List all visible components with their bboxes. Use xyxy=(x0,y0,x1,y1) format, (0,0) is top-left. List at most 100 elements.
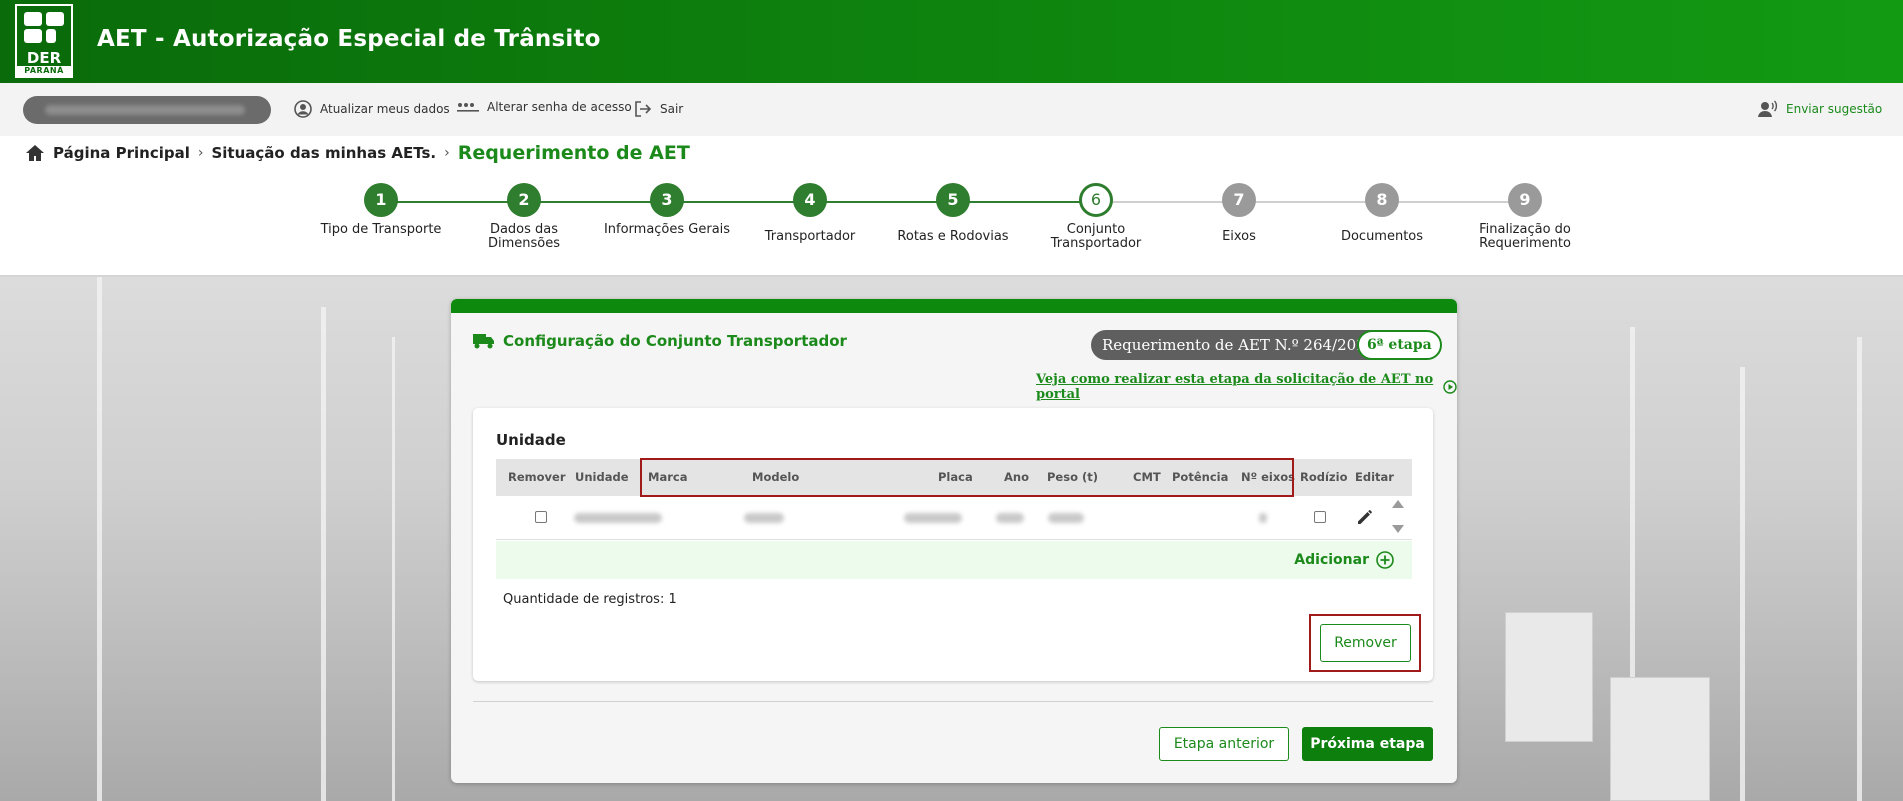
step-number: 9 xyxy=(1508,183,1542,217)
home-icon[interactable] xyxy=(25,144,45,162)
photo-truck xyxy=(1505,612,1593,742)
previous-step-button[interactable]: Etapa anterior xyxy=(1159,727,1289,761)
step-number: 8 xyxy=(1365,183,1399,217)
cell-peso-blurred xyxy=(1048,513,1084,523)
step-7[interactable]: 7 Eixos xyxy=(1169,183,1309,244)
step-4[interactable]: 4 Transportador xyxy=(740,183,880,244)
step-label: Eixos xyxy=(1222,229,1256,244)
step-label: Dados das Dimensões xyxy=(487,222,561,251)
change-password-link[interactable]: Alterar senha de acesso xyxy=(457,100,632,114)
cell-modelo-blurred xyxy=(744,513,784,523)
edit-pencil-icon[interactable] xyxy=(1356,508,1374,526)
help-link-text: Veja como realizar esta etapa da solicit… xyxy=(1036,372,1434,402)
step-label: Informações Gerais xyxy=(603,222,731,237)
logout-label: Sair xyxy=(660,102,684,116)
step-number: 7 xyxy=(1222,183,1256,217)
add-row-bar: Adicionar xyxy=(496,541,1412,579)
col-rodizio: Rodízio xyxy=(1300,470,1348,484)
record-count: Quantidade de registros: 1 xyxy=(503,592,677,607)
photo-truck xyxy=(1610,677,1710,801)
photo-pole xyxy=(97,277,102,801)
step-9[interactable]: 9 Finalização do Requerimento xyxy=(1455,183,1595,251)
user-name-blurred xyxy=(45,105,245,115)
photo-pole xyxy=(1857,337,1862,801)
plus-circle-icon xyxy=(1376,551,1394,569)
logout-link[interactable]: Sair xyxy=(634,100,683,118)
step-number: 1 xyxy=(364,183,398,217)
cell-eixos-blurred xyxy=(1259,513,1267,523)
step-number: 4 xyxy=(793,183,827,217)
step-number: 5 xyxy=(936,183,970,217)
card-title-text: Configuração do Conjunto Transportador xyxy=(503,332,847,350)
cell-placa-blurred xyxy=(904,513,962,523)
password-dots-icon xyxy=(457,101,479,113)
step-label: Tipo de Transporte xyxy=(320,222,442,237)
step-2[interactable]: 2 Dados das Dimensões xyxy=(454,183,594,251)
add-unit-button[interactable]: Adicionar xyxy=(1294,551,1394,569)
add-unit-label: Adicionar xyxy=(1294,552,1369,568)
speaking-person-icon xyxy=(1758,100,1778,118)
truck-icon xyxy=(473,333,495,349)
app-title: AET - Autorização Especial de Trânsito xyxy=(97,26,601,52)
breadcrumb: Página Principal › Situação das minhas A… xyxy=(25,142,690,164)
photo-pole xyxy=(321,307,326,801)
chevron-right-icon: › xyxy=(444,145,450,161)
send-suggestion-link[interactable]: Enviar sugestão xyxy=(1758,100,1882,118)
step-number: 2 xyxy=(507,183,541,217)
user-circle-icon xyxy=(294,100,312,118)
step-5[interactable]: 5 Rotas e Rodovias xyxy=(883,183,1023,244)
table-row xyxy=(496,496,1412,540)
table-header: Remover Unidade Marca Modelo Placa Ano P… xyxy=(496,458,1412,497)
configuration-card: Configuração do Conjunto Transportador R… xyxy=(451,299,1457,783)
request-number-badge: Requerimento de AET N.º 264/2025 xyxy=(1091,330,1387,360)
next-step-button[interactable]: Próxima etapa xyxy=(1302,727,1433,761)
remove-row-checkbox[interactable] xyxy=(535,511,547,523)
step-8[interactable]: 8 Documentos xyxy=(1312,183,1452,244)
footer-divider xyxy=(473,701,1433,702)
app-header: DER PARANÁ AET - Autorização Especial de… xyxy=(0,0,1903,83)
logout-icon xyxy=(634,100,652,118)
card-top-bar xyxy=(451,299,1457,313)
photo-pole xyxy=(392,337,395,801)
step-3[interactable]: 3 Informações Gerais xyxy=(597,183,737,237)
card-title: Configuração do Conjunto Transportador xyxy=(473,332,847,350)
cell-unidade-blurred xyxy=(574,513,662,523)
step-label: Documentos xyxy=(1340,229,1424,244)
logo-state-text: PARANÁ xyxy=(17,66,71,76)
step-number: 3 xyxy=(650,183,684,217)
move-up-icon[interactable] xyxy=(1392,500,1404,508)
breadcrumb-home[interactable]: Página Principal xyxy=(53,144,190,162)
help-link[interactable]: Veja como realizar esta etapa da solicit… xyxy=(1036,372,1457,402)
logo-der-text: DER xyxy=(26,49,62,67)
step-number: 6 xyxy=(1079,183,1113,217)
cell-ano-blurred xyxy=(996,513,1024,523)
step-1[interactable]: 1 Tipo de Transporte xyxy=(311,183,451,237)
send-suggestion-label: Enviar sugestão xyxy=(1786,102,1883,116)
step-6[interactable]: 6 Conjunto Transportador xyxy=(1026,183,1166,251)
breadcrumb-current: Requerimento de AET xyxy=(457,142,690,164)
change-password-label: Alterar senha de acesso xyxy=(487,100,632,114)
highlight-remove-box: Remover xyxy=(1309,614,1421,672)
der-logo-mark xyxy=(22,12,68,46)
unit-table-title: Unidade xyxy=(496,431,566,449)
breadcrumb-status[interactable]: Situação das minhas AETs. xyxy=(211,144,436,162)
step-label: Conjunto Transportador xyxy=(1050,222,1142,251)
update-data-link[interactable]: Atualizar meus dados xyxy=(294,100,450,118)
user-name-pill[interactable] xyxy=(23,96,271,124)
step-label: Transportador xyxy=(764,229,856,244)
der-logo[interactable]: DER PARANÁ xyxy=(15,4,73,78)
chevron-right-icon: › xyxy=(197,145,204,161)
unit-table-card: Unidade Remover Unidade Marca Modelo Pla… xyxy=(473,408,1433,681)
step-label: Rotas e Rodovias xyxy=(897,229,1009,244)
update-data-label: Atualizar meus dados xyxy=(320,102,450,116)
move-down-icon[interactable] xyxy=(1392,525,1404,533)
stage-badge: 6ª etapa xyxy=(1357,330,1442,360)
play-circle-icon xyxy=(1443,380,1457,394)
photo-pole xyxy=(1740,367,1745,801)
remove-button[interactable]: Remover xyxy=(1320,624,1411,662)
col-unidade: Unidade xyxy=(575,470,629,484)
col-editar: Editar xyxy=(1355,470,1394,484)
step-label: Finalização do Requerimento xyxy=(1479,222,1571,251)
highlight-columns-box xyxy=(640,458,1294,497)
rodizio-checkbox[interactable] xyxy=(1314,511,1326,523)
